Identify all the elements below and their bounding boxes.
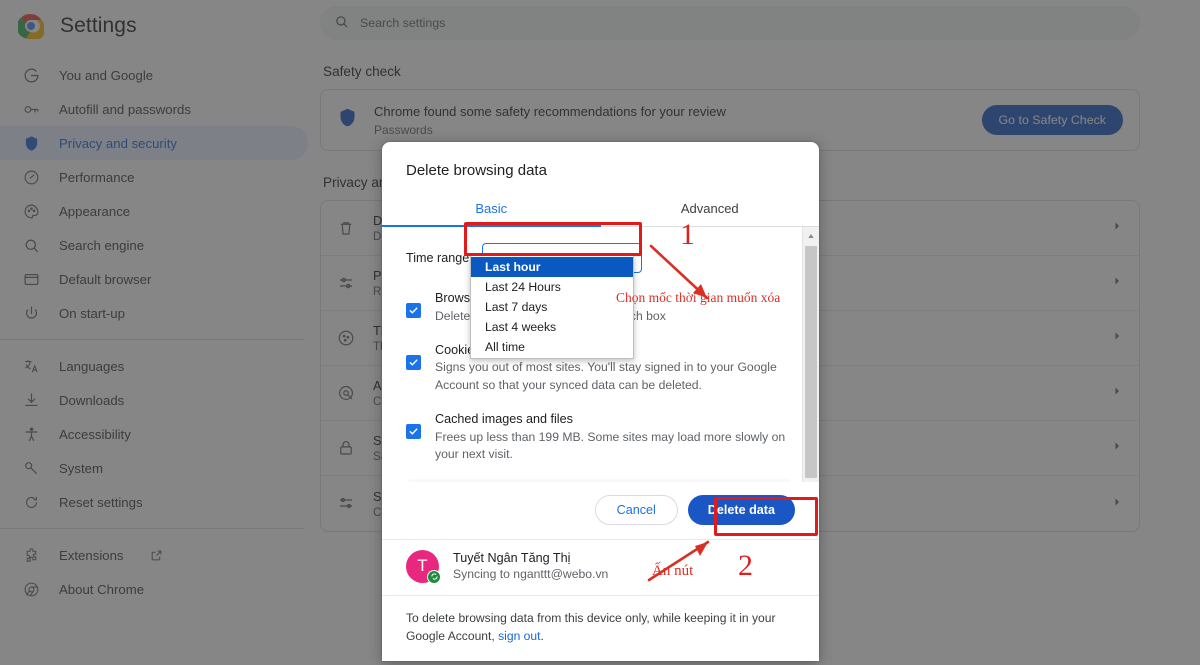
- scrollbar-thumb[interactable]: [804, 246, 817, 478]
- dialog-actions: Cancel Delete data: [382, 481, 819, 539]
- checkbox-checked-icon[interactable]: [406, 423, 421, 439]
- footer-text-after: .: [540, 628, 544, 643]
- dialog-tabs: Basic Advanced: [382, 193, 819, 227]
- checkbox-checked-icon[interactable]: [406, 354, 421, 370]
- sync-icon: [427, 569, 441, 584]
- tab-basic[interactable]: Basic: [382, 193, 601, 226]
- account-sync-status: Syncing to nganttt@webo.vn: [453, 567, 609, 582]
- avatar[interactable]: T: [406, 549, 441, 584]
- dropdown-option-last-4-weeks[interactable]: Last 4 weeks: [471, 317, 633, 337]
- time-range-dropdown[interactable]: Last hour Last 24 Hours Last 7 days Last…: [470, 255, 634, 359]
- checkbox-checked-icon[interactable]: [406, 303, 421, 318]
- annotation-arrow-2: [647, 540, 710, 582]
- account-texts: Tuyết Ngân Tăng Thị Syncing to nganttt@w…: [453, 551, 608, 581]
- tab-advanced[interactable]: Advanced: [601, 193, 820, 226]
- checkbox-texts: Cached images and files Frees up less th…: [435, 410, 792, 464]
- scrollbar-track[interactable]: [803, 244, 820, 478]
- dialog-scrollbar[interactable]: [802, 227, 819, 482]
- dropdown-option-last-hour[interactable]: Last hour: [471, 257, 633, 277]
- dialog-title: Delete browsing data: [406, 162, 547, 179]
- checkbox-desc: Frees up less than 199 MB. Some sites ma…: [435, 429, 786, 462]
- checkbox-title: Cached images and files: [435, 411, 573, 426]
- screenshot-root: Settings You and Google: [0, 0, 1200, 665]
- scroll-up-arrow-icon[interactable]: [803, 227, 820, 244]
- footer-text-before: To delete browsing data from this device…: [406, 610, 776, 643]
- time-range-label: Time range: [406, 251, 470, 265]
- checkbox-cached-images-and-files[interactable]: Cached images and files Frees up less th…: [406, 410, 792, 464]
- dropdown-option-last-7-days[interactable]: Last 7 days: [471, 297, 633, 317]
- annotation-arrow-1: [649, 244, 709, 300]
- dropdown-option-last-24-hours[interactable]: Last 24 Hours: [471, 277, 633, 297]
- avatar-initial: T: [417, 556, 428, 576]
- account-name: Tuyết Ngân Tăng Thị: [453, 551, 571, 566]
- checkbox-desc: Signs you out of most sites. You'll stay…: [435, 360, 777, 393]
- cancel-button[interactable]: Cancel: [594, 494, 678, 525]
- delete-data-button[interactable]: Delete data: [687, 494, 795, 525]
- sign-out-link[interactable]: sign out: [498, 629, 540, 643]
- dropdown-option-all-time[interactable]: All time: [471, 337, 633, 357]
